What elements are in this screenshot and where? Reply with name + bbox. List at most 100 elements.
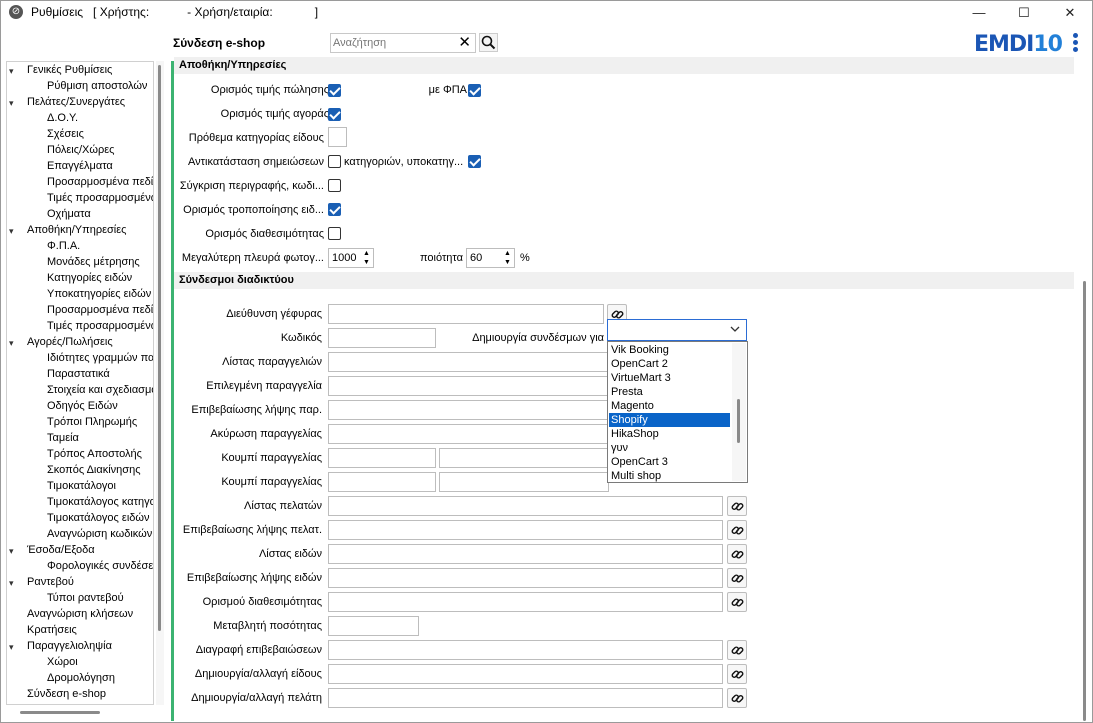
tree-item[interactable]: Στοιχεία και σχεδιασμό xyxy=(47,384,153,396)
dropdown-scrollbar[interactable] xyxy=(732,343,746,481)
modify-item-checkbox[interactable] xyxy=(328,203,341,216)
order-cancel-field[interactable] xyxy=(328,424,608,444)
tree-expand-icon[interactable]: ▾ xyxy=(9,338,14,349)
tree-item[interactable]: Τρόπος Αποστολής xyxy=(47,448,142,460)
platform-option[interactable]: OpenCart 3 xyxy=(609,455,730,469)
tree-item[interactable]: Τιμές προσαρμοσμένω xyxy=(47,320,153,332)
compare-description-checkbox[interactable] xyxy=(328,179,341,192)
customers-list-field[interactable] xyxy=(328,496,723,516)
tree-vertical-scrollbar[interactable] xyxy=(156,61,164,705)
tree-item[interactable]: Τρόποι Πληρωμής xyxy=(47,416,137,428)
platform-option[interactable]: Presta xyxy=(609,385,730,399)
order-button-1-field[interactable] xyxy=(328,448,436,468)
spin-down-icon[interactable]: ▼ xyxy=(503,258,512,267)
quality-spinner[interactable]: 60 ▲ ▼ xyxy=(466,248,515,268)
spin-up-icon[interactable]: ▲ xyxy=(362,249,371,258)
platform-option[interactable]: Magento xyxy=(609,399,730,413)
platform-option[interactable]: Vik Booking xyxy=(609,343,730,357)
sale-price-checkbox[interactable] xyxy=(328,84,341,97)
tree-item[interactable]: Γενικές Ρυθμίσεις xyxy=(27,64,112,76)
tree-item[interactable]: Σύνδεση e-shop xyxy=(27,688,106,700)
dropdown-scroll-thumb[interactable] xyxy=(737,399,740,443)
tree-expand-icon[interactable]: ▾ xyxy=(9,226,14,237)
tree-item[interactable]: Προσαρμοσμένα πεδί xyxy=(47,304,153,316)
category-prefix-field[interactable] xyxy=(328,127,347,147)
replace-notes-checkbox[interactable] xyxy=(328,155,341,168)
orders-list-field[interactable] xyxy=(328,352,608,372)
bridge-address-field[interactable] xyxy=(328,304,604,324)
order-button-2-field[interactable] xyxy=(439,472,609,492)
link-button[interactable] xyxy=(727,592,747,612)
create-links-platform-select[interactable] xyxy=(607,319,747,341)
quantity-variable-field[interactable] xyxy=(328,616,419,636)
tree-item[interactable]: Οχήματα xyxy=(47,208,91,220)
selected-order-field[interactable] xyxy=(328,376,608,396)
tree-item[interactable]: Δ.Ο.Υ. xyxy=(47,112,78,124)
tree-item[interactable]: Ταμεία xyxy=(47,432,79,444)
search-button[interactable] xyxy=(479,33,498,52)
with-vat-checkbox[interactable] xyxy=(468,84,481,97)
categories-checkbox[interactable] xyxy=(468,155,481,168)
tree-hscroll-thumb[interactable] xyxy=(20,711,100,714)
tree-item[interactable]: Υποκατηγορίες ειδών xyxy=(47,288,151,300)
link-button[interactable] xyxy=(727,640,747,660)
tree-item[interactable]: Πόλεις/Χώρες xyxy=(47,144,114,156)
tree-item[interactable]: Ραντεβού xyxy=(27,576,74,588)
tree-expand-icon[interactable]: ▾ xyxy=(9,66,14,77)
tree-item[interactable]: Τιμοκατάλογος ειδών xyxy=(47,512,149,524)
tree-item[interactable]: Προσαρμοσμένα πεδί xyxy=(47,176,153,188)
spin-down-icon[interactable]: ▼ xyxy=(362,258,371,267)
order-button-1-field[interactable] xyxy=(439,448,609,468)
tree-horizontal-scrollbar[interactable] xyxy=(6,707,156,717)
link-button[interactable] xyxy=(727,520,747,540)
tree-item[interactable]: Έσοδα/Εξοδα xyxy=(27,544,95,556)
tree-item[interactable]: Κρατήσεις xyxy=(27,624,77,636)
availability-checkbox[interactable] xyxy=(328,227,341,240)
max-photo-side-spinner[interactable]: 1000 ▲ ▼ xyxy=(328,248,374,268)
tree-item[interactable]: Πελάτες/Συνεργάτες xyxy=(27,96,125,108)
tree-item[interactable]: Παραστατικά xyxy=(47,368,110,380)
tree-item[interactable]: Αναγνώριση κλήσεων xyxy=(27,608,133,620)
link-button[interactable] xyxy=(727,496,747,516)
tree-item[interactable]: Τύποι ραντεβού xyxy=(47,592,124,604)
items-list-field[interactable] xyxy=(328,544,723,564)
spin-up-icon[interactable]: ▲ xyxy=(503,249,512,258)
customer-receipt-confirm-field[interactable] xyxy=(328,520,723,540)
tree-vscroll-thumb[interactable] xyxy=(158,65,161,631)
tree-item[interactable]: Χώροι xyxy=(47,656,78,668)
tree-item[interactable]: Αναγνώριση κωδικών xyxy=(47,528,152,540)
tree-item[interactable]: Φορολογικές συνδέσε xyxy=(47,560,153,572)
link-button[interactable] xyxy=(727,544,747,564)
tree-expand-icon[interactable]: ▾ xyxy=(9,642,14,653)
tree-expand-icon[interactable]: ▾ xyxy=(9,98,14,109)
close-window-button[interactable]: ✕ xyxy=(1047,1,1092,25)
items-receipt-confirm-field[interactable] xyxy=(328,568,723,588)
order-button-2-field[interactable] xyxy=(328,472,436,492)
tree-item[interactable]: Τιμοκατάλογος κατηγο xyxy=(47,496,153,508)
tree-item[interactable]: Τιμοκατάλογοι xyxy=(47,480,116,492)
tree-item[interactable]: Αποθήκη/Υπηρεσίες xyxy=(27,224,126,236)
content-scrollbar-thumb[interactable] xyxy=(1083,281,1086,721)
availability-def-field[interactable] xyxy=(328,592,723,612)
link-button[interactable] xyxy=(727,688,747,708)
platform-option[interactable]: Multi shop xyxy=(609,469,730,483)
tree-item[interactable]: Επαγγέλματα xyxy=(47,160,113,172)
order-receipt-confirm-field[interactable] xyxy=(328,400,608,420)
tree-item[interactable]: Φ.Π.Α. xyxy=(47,240,80,252)
tree-item[interactable]: Ρύθμιση αποστολών xyxy=(47,80,147,92)
tree-item[interactable]: Τιμές προσαρμοσμένω xyxy=(47,192,153,204)
platform-option[interactable]: HikaShop xyxy=(609,427,730,441)
link-button[interactable] xyxy=(727,664,747,684)
delete-confirmations-field[interactable] xyxy=(328,640,723,660)
tree-item[interactable]: Ιδιότητες γραμμών πα xyxy=(47,352,153,364)
create-change-item-field[interactable] xyxy=(328,664,723,684)
tree-item[interactable]: Μονάδες μέτρησης xyxy=(47,256,140,268)
platform-option[interactable]: OpenCart 2 xyxy=(609,357,730,371)
tree-item[interactable]: Κατηγορίες ειδών xyxy=(47,272,132,284)
maximize-button[interactable]: ☐ xyxy=(1001,1,1047,25)
search-input[interactable] xyxy=(331,34,451,52)
tree-expand-icon[interactable]: ▾ xyxy=(9,546,14,557)
tree-item[interactable]: Αγορές/Πωλήσεις xyxy=(27,336,113,348)
minimize-button[interactable]: — xyxy=(956,1,1002,25)
platform-option[interactable]: VirtueMart 3 xyxy=(609,371,730,385)
